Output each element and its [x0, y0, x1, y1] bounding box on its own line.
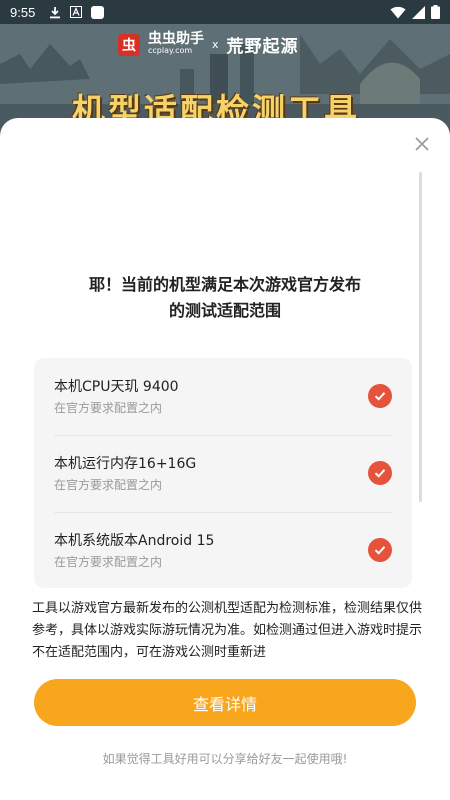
check-results-card: 本机CPU天玑 9400 在官方要求配置之内 本机运行内存16+16G 在官方要…	[34, 358, 412, 588]
headline-line-1: 耶！当前的机型满足本次游戏官方发布	[88, 275, 361, 294]
check-item-ram: 本机运行内存16+16G 在官方要求配置之内	[54, 435, 392, 512]
close-icon[interactable]	[412, 134, 432, 154]
headline-line-2: 的测试适配范围	[168, 301, 281, 320]
check-item-os: 本机系统版本Android 15 在官方要求配置之内	[54, 512, 392, 589]
brand-logo-icon: 虫	[118, 33, 140, 56]
notification-icons	[49, 5, 105, 19]
download-icon	[50, 6, 61, 18]
partner-game-logo: 荒野起源	[226, 37, 299, 57]
check-icon	[368, 538, 392, 562]
scrollbar[interactable]	[419, 172, 422, 502]
disclaimer-text: 工具以游戏官方最新发布的公测机型适配为检测标准，检测结果仅供参考，具体以游戏实际…	[32, 601, 422, 660]
check-item-subtitle: 在官方要求配置之内	[54, 401, 163, 415]
view-details-button[interactable]: 查看详情	[34, 679, 416, 726]
check-item-subtitle: 在官方要求配置之内	[54, 478, 163, 492]
signal-icon	[412, 5, 425, 19]
check-item-cpu: 本机CPU天玑 9400 在官方要求配置之内	[54, 358, 392, 435]
scrollbar-thumb[interactable]	[419, 172, 422, 502]
banner-logos: 虫 虫虫助手 ccplay.com x 荒野起源	[118, 32, 299, 57]
battery-icon	[431, 5, 440, 19]
system-icons	[390, 5, 440, 19]
brand-name: 虫虫助手	[148, 30, 204, 47]
square-icon	[91, 5, 105, 19]
share-hint: 如果觉得工具好用可以分享给好友一起使用哦!	[102, 752, 348, 766]
status-bar: 9:55	[0, 0, 450, 24]
check-item-title: 本机系统版本Android 15	[54, 533, 215, 549]
brand-domain: ccplay.com	[148, 45, 193, 55]
result-sheet: 耶！当前的机型满足本次游戏官方发布 的测试适配范围 本机CPU天玑 9400 在…	[0, 118, 450, 800]
status-time: 9:55	[10, 4, 36, 20]
check-item-title: 本机CPU天玑 9400	[54, 379, 179, 395]
check-icon	[368, 384, 392, 408]
check-item-subtitle: 在官方要求配置之内	[54, 555, 163, 569]
check-item-title: 本机运行内存16+16G	[54, 456, 197, 472]
result-headline: 耶！当前的机型满足本次游戏官方发布 的测试适配范围	[40, 272, 410, 324]
wifi-icon	[390, 6, 406, 18]
a-icon	[70, 6, 83, 18]
collab-x: x	[212, 38, 219, 51]
check-icon	[368, 461, 392, 485]
